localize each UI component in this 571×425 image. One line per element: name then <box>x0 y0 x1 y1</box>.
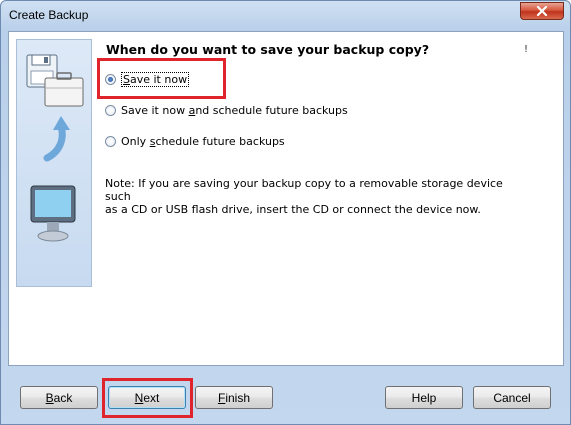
removable-storage-note: Note: If you are saving your backup copy… <box>105 177 505 216</box>
radio-schedule-only[interactable] <box>105 136 116 147</box>
finish-button[interactable]: Finish <box>195 386 273 409</box>
note-line-1: Note: If you are saving your backup copy… <box>105 177 503 203</box>
monitor-icon <box>30 185 76 242</box>
create-backup-dialog: Create Backup When do you want to save y… <box>0 0 571 425</box>
highlight-save-now <box>97 58 226 99</box>
title-bar[interactable]: Create Backup <box>1 1 570 31</box>
curved-arrow-icon <box>43 116 70 162</box>
radio-save-and-schedule[interactable] <box>105 105 116 116</box>
wizard-illustration <box>26 54 84 242</box>
close-icon <box>536 6 548 16</box>
back-button[interactable]: Back <box>20 386 98 409</box>
close-button[interactable] <box>520 2 564 20</box>
option-schedule-only-label[interactable]: Only schedule future backups <box>121 135 285 148</box>
briefcase-icon <box>44 72 84 107</box>
option-save-and-schedule-label[interactable]: Save it now and schedule future backups <box>121 104 348 117</box>
highlight-next <box>102 378 193 418</box>
window-title: Create Backup <box>9 8 89 22</box>
content-panel: When do you want to save your backup cop… <box>8 31 564 366</box>
option-save-and-schedule[interactable]: Save it now and schedule future backups <box>105 104 348 117</box>
wizard-side-panel <box>16 39 92 287</box>
help-button[interactable]: Help <box>385 386 463 409</box>
cancel-button[interactable]: Cancel <box>473 386 551 409</box>
note-line-2: as a CD or USB flash drive, insert the C… <box>105 203 481 216</box>
corner-mark: ! <box>524 44 529 55</box>
option-schedule-only[interactable]: Only schedule future backups <box>105 135 285 148</box>
page-heading: When do you want to save your backup cop… <box>106 42 430 57</box>
